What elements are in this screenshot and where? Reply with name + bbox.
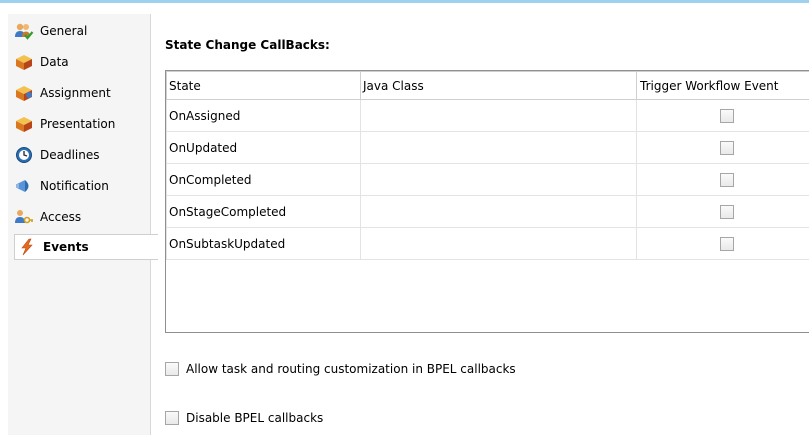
java-class-cell[interactable] [360, 163, 637, 196]
sidebar-item-label: Presentation [40, 117, 116, 131]
disable-callbacks-checkbox[interactable] [165, 411, 179, 425]
sidebar-item-general[interactable]: General [12, 18, 146, 44]
sidebar-item-label: Deadlines [40, 148, 100, 162]
table-row[interactable]: OnSubtaskUpdated [166, 227, 809, 260]
table-row[interactable]: OnStageCompleted [166, 195, 809, 228]
sidebar: General Data Assignment Presentation Dea… [8, 14, 158, 435]
assignment-icon [14, 83, 34, 103]
sidebar-item-events[interactable]: Events [14, 234, 158, 260]
data-cube-icon [14, 52, 34, 72]
sidebar-item-access[interactable]: Access [12, 204, 146, 230]
sidebar-item-assignment[interactable]: Assignment [12, 80, 146, 106]
trigger-event-checkbox[interactable] [719, 172, 734, 187]
column-header-trigger-event[interactable]: Trigger Workflow Event [636, 71, 809, 100]
allow-customization-label: Allow task and routing customization in … [186, 362, 516, 376]
lightning-icon [17, 237, 37, 257]
access-key-icon [14, 207, 34, 227]
top-accent-line [0, 0, 809, 3]
sidebar-item-notification[interactable]: Notification [12, 173, 146, 199]
trigger-event-checkbox[interactable] [719, 236, 734, 251]
trigger-event-checkbox[interactable] [719, 140, 734, 155]
allow-customization-option[interactable]: Allow task and routing customization in … [165, 362, 516, 376]
sidebar-item-label: Assignment [40, 86, 111, 100]
java-class-cell[interactable] [360, 195, 637, 228]
trigger-event-checkbox[interactable] [719, 108, 734, 123]
table-row[interactable]: OnCompleted [166, 163, 809, 196]
sidebar-item-data[interactable]: Data [12, 49, 146, 75]
state-cell: OnAssigned [166, 99, 361, 132]
sidebar-item-label: Data [40, 55, 69, 69]
presentation-icon [14, 114, 34, 134]
sidebar-item-label: Notification [40, 179, 109, 193]
megaphone-icon [14, 176, 34, 196]
column-header-java-class[interactable]: Java Class [360, 71, 637, 100]
column-header-state[interactable]: State [166, 71, 361, 100]
section-title: State Change CallBacks: [165, 38, 330, 52]
sidebar-item-label: General [40, 24, 88, 38]
table-row[interactable]: OnUpdated [166, 131, 809, 164]
table-row[interactable]: OnAssigned [166, 99, 809, 132]
disable-callbacks-option[interactable]: Disable BPEL callbacks [165, 411, 323, 425]
sidebar-item-label: Access [40, 210, 82, 224]
sidebar-item-presentation[interactable]: Presentation [12, 111, 146, 137]
state-cell: OnStageCompleted [166, 195, 361, 228]
state-cell: OnUpdated [166, 131, 361, 164]
disable-callbacks-label: Disable BPEL callbacks [186, 411, 324, 425]
sidebar-item-deadlines[interactable]: Deadlines [12, 142, 146, 168]
trigger-event-checkbox[interactable] [719, 204, 734, 219]
java-class-cell[interactable] [360, 131, 637, 164]
callbacks-table: State Java Class Trigger Workflow Event … [165, 70, 809, 333]
people-check-icon [14, 21, 34, 41]
sidebar-item-label: Events [43, 240, 89, 254]
java-class-cell[interactable] [360, 99, 637, 132]
allow-customization-checkbox[interactable] [165, 362, 179, 376]
state-cell: OnSubtaskUpdated [166, 227, 361, 260]
state-cell: OnCompleted [166, 163, 361, 196]
clock-icon [14, 145, 34, 165]
java-class-cell[interactable] [360, 227, 637, 260]
